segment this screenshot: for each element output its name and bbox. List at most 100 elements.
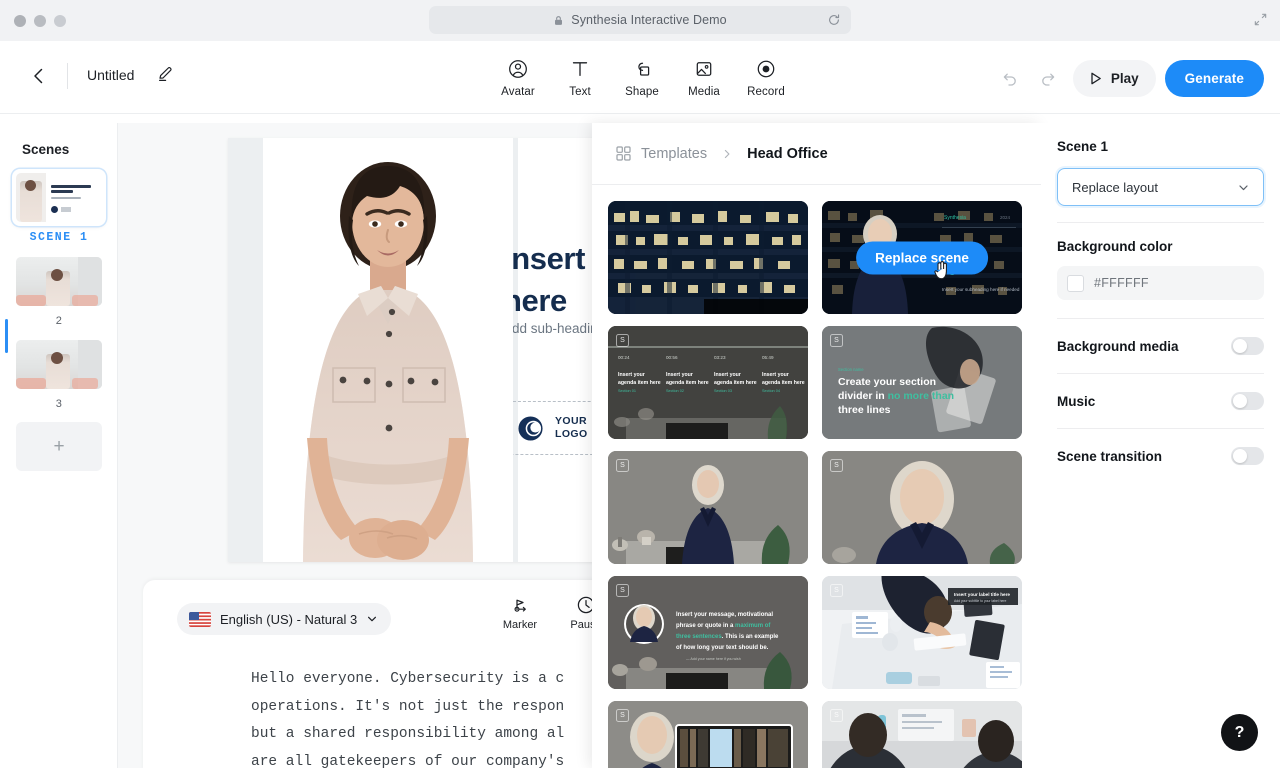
svg-text:Synthesia: Synthesia <box>944 215 966 221</box>
svg-text:three sentences. This is an ex: three sentences. This is an example <box>676 634 779 640</box>
marker-label: Marker <box>502 619 538 631</box>
pointer-hand-icon <box>934 261 947 280</box>
undo-button[interactable] <box>991 59 1029 97</box>
avatar-video[interactable] <box>263 138 513 562</box>
template-card[interactable]: 00:24 00:56 03:23 05:49 Insert your agenda i… <box>608 326 808 439</box>
generate-button[interactable]: Generate <box>1164 59 1264 97</box>
help-button[interactable]: ? <box>1221 714 1258 751</box>
template-card-hovered[interactable]: Synthesia 2024 our re Insert your subhea… <box>822 201 1022 314</box>
scene-thumbnail <box>16 257 102 306</box>
svg-text:Insert your label title here: Insert your label title here <box>954 592 1010 597</box>
scene-thumbnail-wrap[interactable] <box>12 169 106 226</box>
template-preview: Section name Create your section divider… <box>822 326 1022 439</box>
insert-toolbar: Avatar Text Shape Media Record <box>487 50 797 98</box>
music-row: Music <box>1057 392 1264 410</box>
replace-layout-select[interactable]: Replace layout <box>1057 168 1264 206</box>
svg-text:00:24: 00:24 <box>618 355 630 360</box>
template-preview <box>822 451 1022 564</box>
scene-transition-label: Scene transition <box>1057 448 1163 464</box>
template-badge-label: S <box>834 587 839 594</box>
breadcrumb-templates[interactable]: Templates <box>641 146 707 162</box>
divider <box>1057 428 1264 429</box>
back-button[interactable] <box>28 65 50 87</box>
expand-icon[interactable] <box>1253 12 1268 27</box>
svg-text:Insert your: Insert your <box>762 372 789 378</box>
svg-text:2024: 2024 <box>1000 215 1011 220</box>
play-icon <box>1091 72 1101 84</box>
minimize-window-button[interactable] <box>34 14 46 27</box>
reload-icon[interactable] <box>827 13 841 27</box>
headline-text[interactable]: Insert here <box>503 238 585 322</box>
language-selector[interactable]: English (US) - Natural 3 <box>177 603 392 635</box>
svg-text:agenda item here: agenda item here <box>618 380 661 386</box>
pencil-icon[interactable] <box>157 64 175 82</box>
replace-scene-button[interactable]: Replace scene <box>856 241 988 274</box>
scene-item-1[interactable]: SCENE 1 <box>0 169 118 251</box>
scene-transition-toggle[interactable] <box>1231 447 1264 465</box>
scene-item-2[interactable]: 2 <box>0 253 118 334</box>
music-toggle[interactable] <box>1231 392 1264 410</box>
tool-text[interactable]: Text <box>549 50 611 98</box>
address-bar[interactable]: Synthesia Interactive Demo <box>429 6 851 34</box>
scene-settings-title: Scene 1 <box>1057 139 1109 154</box>
tool-record-label: Record <box>747 86 785 98</box>
music-label: Music <box>1057 393 1096 409</box>
header-divider <box>67 63 68 89</box>
template-preview <box>608 701 808 768</box>
play-button[interactable]: Play <box>1072 59 1156 97</box>
scene-item-3[interactable]: 3 <box>0 336 118 417</box>
svg-text:three lines: three lines <box>838 404 891 416</box>
template-card[interactable] <box>608 201 808 314</box>
template-card[interactable]: S <box>822 451 1022 564</box>
grid-icon[interactable] <box>616 146 631 161</box>
marker-button[interactable]: Marker <box>498 595 542 631</box>
tool-avatar[interactable]: Avatar <box>487 50 549 98</box>
svg-text:Insert your: Insert your <box>714 372 741 378</box>
template-badge-label: S <box>834 337 839 344</box>
svg-text:Section name: Section name <box>838 367 864 372</box>
template-badge: S <box>830 584 843 597</box>
template-badge-label: S <box>620 337 625 344</box>
add-scene-button[interactable]: + <box>16 422 102 471</box>
template-card[interactable]: Section name Create your section divider… <box>822 326 1022 439</box>
template-card[interactable]: Insert your message, motivational phrase… <box>608 576 808 689</box>
template-card[interactable]: Insert your label title here Add your su… <box>822 576 1022 689</box>
logo-line-1: YOUR <box>555 415 587 427</box>
add-scene-label: + <box>53 436 65 457</box>
tool-media[interactable]: Media <box>673 50 735 98</box>
color-swatch[interactable] <box>1067 274 1084 292</box>
template-card[interactable]: S <box>822 701 1022 768</box>
maximize-window-button[interactable] <box>54 14 66 27</box>
scene-thumbnail <box>16 173 102 222</box>
scene-thumbnail-wrap[interactable] <box>12 253 106 310</box>
document-title[interactable]: Untitled <box>87 65 134 85</box>
scene-label-3: 3 <box>55 398 63 410</box>
avatar-figure <box>263 138 513 562</box>
scene-thumbnail-wrap[interactable] <box>12 336 106 393</box>
background-color-field[interactable]: #FFFFFF <box>1057 266 1264 300</box>
scene-item-add[interactable]: + <box>0 419 118 471</box>
template-badge-label: S <box>620 462 625 469</box>
close-window-button[interactable] <box>14 14 26 27</box>
window-traffic-lights <box>14 14 66 27</box>
template-badge: S <box>830 459 843 472</box>
template-badge-label: S <box>834 462 839 469</box>
text-icon <box>572 62 588 77</box>
logo-line-2: LOGO <box>555 428 588 440</box>
redo-button[interactable] <box>1029 59 1067 97</box>
scene-label-1: SCENE 1 <box>29 231 89 244</box>
breadcrumb-current: Head Office <box>747 145 828 162</box>
scene-thumbnail <box>16 340 102 389</box>
subheading-text[interactable]: Add sub-heading <box>503 321 605 336</box>
template-preview <box>822 701 1022 768</box>
background-media-toggle[interactable] <box>1231 337 1264 355</box>
template-card[interactable]: S <box>608 451 808 564</box>
template-badge: S <box>616 709 629 722</box>
template-card[interactable]: S <box>608 701 808 768</box>
divider <box>1057 318 1264 319</box>
tool-record[interactable]: Record <box>735 50 797 98</box>
svg-text:Insert your subheading here if: Insert your subheading here if needed <box>942 287 1020 292</box>
replace-scene-label: Replace scene <box>875 250 969 265</box>
background-color-value: #FFFFFF <box>1094 276 1149 290</box>
tool-shape[interactable]: Shape <box>611 50 673 98</box>
